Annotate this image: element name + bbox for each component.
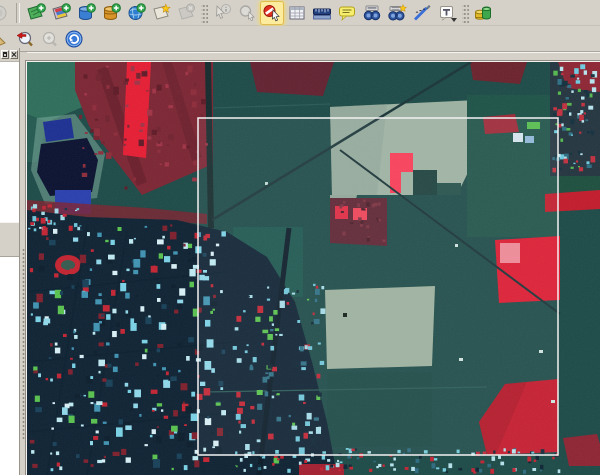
show-bookmarks-button[interactable] xyxy=(360,1,384,25)
toolbar-handle xyxy=(462,3,469,23)
refresh-icon xyxy=(64,29,84,49)
zoom-next-icon xyxy=(39,29,59,49)
map-tips-button[interactable] xyxy=(335,1,359,25)
map-tips-icon xyxy=(337,3,357,23)
labeling-button[interactable] xyxy=(410,1,434,25)
add-raster-layer-icon xyxy=(51,3,71,23)
identify-features-icon xyxy=(212,3,232,23)
deselect-features-button[interactable] xyxy=(260,1,284,25)
db-manager-icon xyxy=(473,3,493,23)
new-bookmark-button[interactable] xyxy=(385,1,409,25)
add-wms-layer-button[interactable] xyxy=(124,1,148,25)
refresh-button[interactable] xyxy=(62,27,86,51)
toolbar-map-navigation xyxy=(0,26,600,52)
add-spatialite-layer-icon xyxy=(101,3,121,23)
remove-layer-button[interactable] xyxy=(174,1,198,25)
zoom-last-icon xyxy=(14,29,34,49)
select-features-icon xyxy=(237,3,257,23)
labeling-icon xyxy=(412,3,432,23)
open-attribute-table-icon xyxy=(287,3,307,23)
dock-float-icon[interactable] xyxy=(1,50,9,59)
dock-titlebar xyxy=(0,48,19,62)
new-bookmark-icon xyxy=(387,3,407,23)
remove-layer-icon xyxy=(176,3,196,23)
new-shapefile-layer-icon xyxy=(151,3,171,23)
add-spatialite-layer-button[interactable] xyxy=(99,1,123,25)
add-postgis-layer-button[interactable] xyxy=(74,1,98,25)
application-window: { "colors": { "window_bg": "#d5d1c8", "a… xyxy=(0,0,600,475)
add-vector-layer-button[interactable] xyxy=(24,1,48,25)
clipped-zoom-tool-icon xyxy=(0,29,9,49)
identify-features-button[interactable] xyxy=(210,1,234,25)
new-shapefile-layer-button[interactable] xyxy=(149,1,173,25)
add-wms-layer-icon xyxy=(126,3,146,23)
dock-close-icon[interactable] xyxy=(10,50,18,59)
text-annotation-button[interactable] xyxy=(435,1,459,25)
deselect-features-icon xyxy=(262,3,282,23)
open-attribute-table-button[interactable] xyxy=(285,1,309,25)
clipped-tool-button[interactable] xyxy=(0,1,11,25)
add-raster-layer-button[interactable] xyxy=(49,1,73,25)
map-canvas[interactable] xyxy=(27,62,600,475)
measure-line-button[interactable] xyxy=(310,1,334,25)
clipped-zoom-tool-button[interactable] xyxy=(0,27,11,51)
toolbar-handle xyxy=(201,3,208,23)
zoom-next-button[interactable] xyxy=(37,27,61,51)
clipped-tool-icon xyxy=(0,3,9,23)
text-annotation-icon xyxy=(437,3,457,23)
left-dock-panel xyxy=(0,48,20,475)
measure-line-icon xyxy=(312,3,332,23)
toolbar-layers-and-tools xyxy=(0,0,600,26)
map-frame xyxy=(25,60,600,475)
show-bookmarks-icon xyxy=(362,3,382,23)
select-features-button[interactable] xyxy=(235,1,259,25)
db-manager-button[interactable] xyxy=(471,1,495,25)
lower-dock-titlebar xyxy=(0,222,19,257)
add-postgis-layer-icon xyxy=(76,3,96,23)
toolbar-separator xyxy=(16,3,20,23)
add-vector-layer-icon xyxy=(26,3,46,23)
zoom-last-button[interactable] xyxy=(12,27,36,51)
extent-rectangle xyxy=(198,118,558,455)
